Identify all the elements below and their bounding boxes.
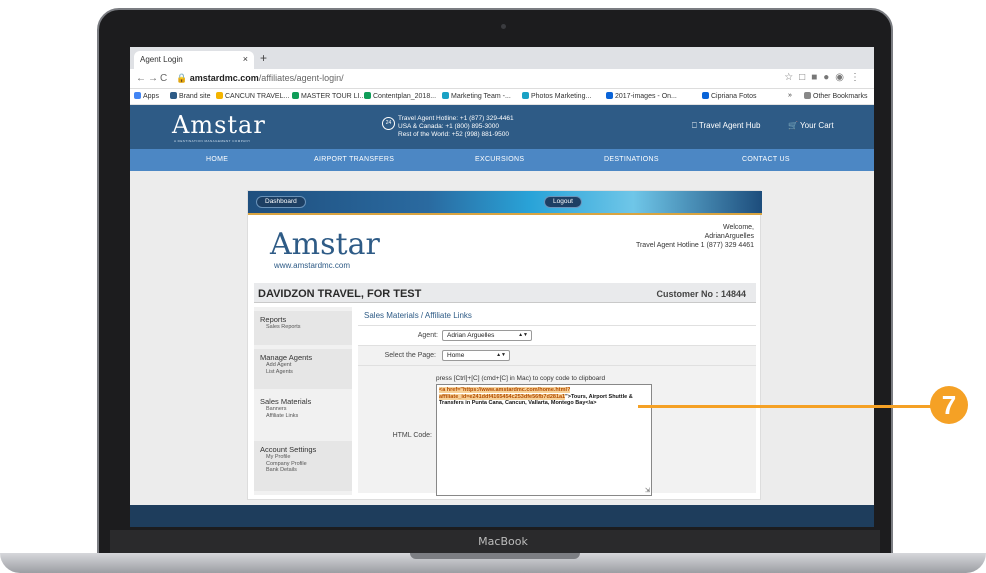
drive-icon xyxy=(216,92,223,99)
reload-button[interactable]: C xyxy=(160,73,167,84)
travel-agent-hub-link[interactable]: ⎕ Travel Agent Hub xyxy=(692,121,760,131)
bookmark-cancun-travel[interactable]: CANCUN TRAVEL... xyxy=(216,92,289,100)
callout-badge: 7 xyxy=(930,386,968,424)
nav-destinations[interactable]: DESTINATIONS xyxy=(604,156,659,163)
html-code-textarea[interactable]: <a href="https://www.amstardmc.com/home.… xyxy=(436,384,652,496)
onedrive-icon xyxy=(606,92,613,99)
device-brand: MacBook xyxy=(478,535,528,548)
sidebar-title-sales-materials[interactable]: Sales Materials xyxy=(260,397,346,406)
nav-excursions[interactable]: EXCURSIONS xyxy=(475,156,524,163)
nav-home[interactable]: HOME xyxy=(206,156,228,163)
sidebar-title-manage-agents[interactable]: Manage Agents xyxy=(260,353,346,362)
nav-contact-us[interactable]: CONTACT US xyxy=(742,156,790,163)
tab-bar: Agent Login × + xyxy=(130,47,874,69)
bookmark-other[interactable]: Other Bookmarks xyxy=(804,92,867,100)
login-icon: ⎕ xyxy=(692,121,699,130)
stage: Agent Login × + ← → C 🔒 amstardmc.com/af… xyxy=(0,0,986,573)
sidebar-title-account-settings[interactable]: Account Settings xyxy=(260,445,346,454)
close-tab-icon[interactable]: × xyxy=(243,54,248,64)
nav-airport-transfers[interactable]: AIRPORT TRANSFERS xyxy=(314,156,394,163)
html-code-label: HTML Code: xyxy=(392,432,432,439)
agent-select[interactable]: Adrian Arguelles ▲▼ xyxy=(442,330,532,341)
agent-dashboard-panel: Dashboard Logout Amstar www.amstardmc.co… xyxy=(247,190,762,500)
bookmark-marketing-team[interactable]: Marketing Team -... xyxy=(442,92,511,100)
sidebar-item-list-agents[interactable]: List Agents xyxy=(260,369,346,376)
select-arrows-icon: ▲▼ xyxy=(496,352,506,358)
agent-row: Agent: Adrian Arguelles ▲▼ xyxy=(358,325,756,345)
site-logo[interactable]: Amstar xyxy=(172,111,266,139)
cart-icon: 🛒 xyxy=(788,121,801,130)
copy-hint: press [Ctrl]+[C] (cmd+[C] in Mac) to cop… xyxy=(436,375,606,382)
bookmark-cipriana-fotos[interactable]: Cipriana Fotos xyxy=(702,92,757,100)
cart-link[interactable]: 🛒 Your Cart xyxy=(788,121,834,130)
code-prefix: <a href=" xyxy=(439,387,464,393)
address-bar: ← → C 🔒 amstardmc.com/affiliates/agent-l… xyxy=(130,69,874,89)
page-row: Select the Page: Home ▲▼ xyxy=(358,345,756,365)
dashboard-button[interactable]: Dashboard xyxy=(256,196,306,208)
panel-logo-url: www.amstardmc.com xyxy=(274,261,351,270)
url-host: amstardmc.com xyxy=(189,73,259,83)
sidebar-item-bank-details[interactable]: Bank Details xyxy=(260,467,346,474)
sidebar-group-manage-agents: Manage Agents Add Agent List Agents xyxy=(254,349,352,389)
onedrive-icon xyxy=(702,92,709,99)
team-icon xyxy=(442,92,449,99)
resize-handle-icon[interactable]: ⇲ xyxy=(645,488,650,495)
sidebar-item-affiliate-links[interactable]: Affiliate Links xyxy=(260,413,346,420)
laptop-notch xyxy=(410,553,580,559)
panel-banner: Dashboard Logout xyxy=(248,191,762,213)
footer-band xyxy=(130,505,874,527)
forward-button[interactable]: → xyxy=(148,73,158,84)
bookmark-master-tour[interactable]: MASTER TOUR LI... xyxy=(292,92,365,100)
bookmarks-bar: Apps Brand site CANCUN TRAVEL... MASTER … xyxy=(130,89,874,105)
browser-tab[interactable]: Agent Login × xyxy=(134,51,254,69)
bookmark-photos-marketing[interactable]: Photos Marketing... xyxy=(522,92,591,100)
html-code-row: press [Ctrl]+[C] (cmd+[C] in Mac) to cop… xyxy=(358,365,756,496)
extension-icons[interactable]: ☆□■●◉⋮ xyxy=(784,72,866,83)
sidebar-title-reports[interactable]: Reports xyxy=(260,315,346,324)
sidebar-group-reports: Reports Sales Reports xyxy=(254,311,352,345)
url-field[interactable]: 🔒 amstardmc.com/affiliates/agent-login/ xyxy=(176,73,344,84)
hotline-info: Travel Agent Hotline: +1 (877) 329-4461 … xyxy=(398,115,514,138)
site-header: Amstar A DESTINATION MANAGEMENT COMPANY … xyxy=(130,105,874,149)
main-nav: HOME AIRPORT TRANSFERS EXCURSIONS DESTIN… xyxy=(130,149,874,171)
sheets-icon xyxy=(292,92,299,99)
bookmarks-overflow[interactable]: » xyxy=(788,92,792,99)
camera-icon xyxy=(501,24,506,29)
banner-accent-line xyxy=(248,213,762,215)
agent-label: Agent: xyxy=(417,332,438,339)
back-button[interactable]: ← xyxy=(136,73,146,84)
page-select[interactable]: Home ▲▼ xyxy=(442,350,510,361)
folder-icon xyxy=(804,92,811,99)
bookmark-2017-images[interactable]: 2017-images - On... xyxy=(606,92,677,100)
breadcrumb: Sales Materials / Affiliate Links xyxy=(364,311,472,320)
bookmark-contentplan[interactable]: Contentplan_2018... xyxy=(364,92,436,100)
logo-tagline: A DESTINATION MANAGEMENT COMPANY xyxy=(174,139,251,143)
sidebar-item-sales-reports[interactable]: Sales Reports xyxy=(260,324,346,331)
select-arrows-icon: ▲▼ xyxy=(518,332,528,338)
callout-line xyxy=(638,405,932,408)
sidebar-group-sales-materials: Sales Materials Banners Affiliate Links xyxy=(254,393,352,437)
welcome-block: Welcome, AdrianArguelles Travel Agent Ho… xyxy=(635,224,754,249)
agency-name: DAVIDZON TRAVEL, FOR TEST xyxy=(258,288,422,300)
url-path: /affiliates/agent-login/ xyxy=(258,73,344,83)
page-label: Select the Page: xyxy=(384,352,436,359)
amstar-icon xyxy=(170,92,177,99)
logout-button[interactable]: Logout xyxy=(544,196,582,208)
sheets-icon xyxy=(364,92,371,99)
hotline-24-icon: 24 xyxy=(382,117,395,130)
tab-title: Agent Login xyxy=(140,55,183,64)
team-icon xyxy=(522,92,529,99)
panel-logo: Amstar xyxy=(270,227,380,262)
customer-number: Customer No : 14844 xyxy=(656,289,746,299)
content-area: Sales Materials / Affiliate Links Agent:… xyxy=(358,307,756,496)
apps-icon xyxy=(134,92,141,99)
bookmark-brand-site[interactable]: Brand site xyxy=(170,92,211,100)
bookmark-apps[interactable]: Apps xyxy=(134,92,159,100)
agency-bar: DAVIDZON TRAVEL, FOR TEST Customer No : … xyxy=(254,283,756,303)
lock-icon: 🔒 xyxy=(176,73,190,83)
screen: Agent Login × + ← → C 🔒 amstardmc.com/af… xyxy=(130,47,874,527)
sidebar: Reports Sales Reports Manage Agents Add … xyxy=(254,307,352,495)
new-tab-button[interactable]: + xyxy=(260,51,267,65)
sidebar-group-account-settings: Account Settings My Profile Company Prof… xyxy=(254,441,352,491)
